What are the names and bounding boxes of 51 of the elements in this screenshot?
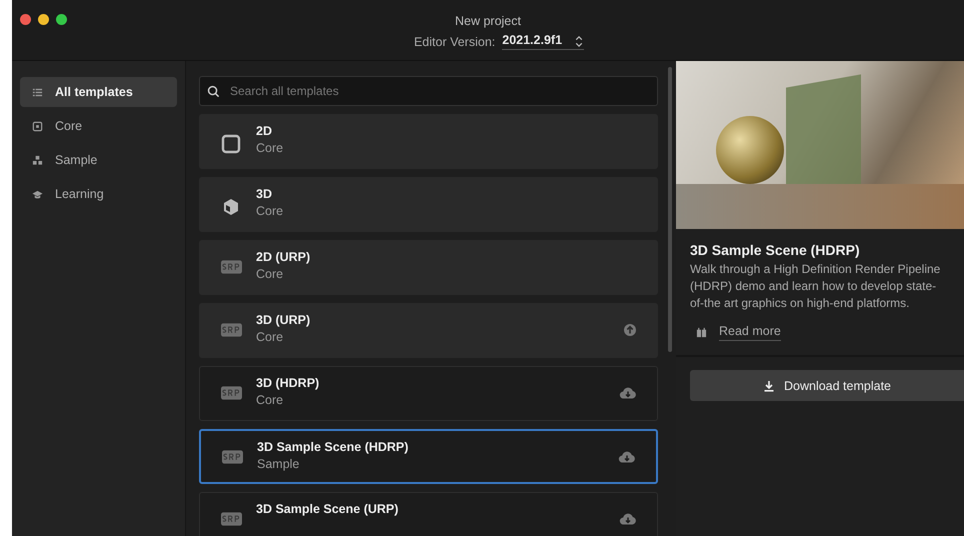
template-category: Core <box>256 330 284 344</box>
template-card[interactable]: 2D (URP) Core <box>199 240 658 295</box>
template-card[interactable]: 3D (HDRP) Core <box>199 366 658 421</box>
list-icon <box>32 86 43 98</box>
editor-version-dropdown[interactable]: 2021.2.9f1 <box>502 33 584 50</box>
cube-icon <box>221 197 241 217</box>
template-card[interactable]: 3D Sample Scene (URP) <box>199 492 658 536</box>
template-card[interactable]: 3D Core <box>199 177 658 232</box>
cloud-download-icon <box>619 386 637 400</box>
srp-badge-icon <box>220 323 242 337</box>
cloud-download-icon <box>619 512 637 526</box>
download-icon <box>762 380 775 392</box>
cloud-download-icon <box>618 450 636 464</box>
srp-badge-icon <box>220 260 242 274</box>
template-name: 3D Sample Scene (HDRP) <box>257 440 410 454</box>
template-name: 2D (URP) <box>256 250 312 264</box>
template-name: 3D (HDRP) <box>256 376 320 390</box>
close-window-button[interactable] <box>20 14 31 25</box>
template-title: 3D Sample Scene (HDRP) <box>690 242 861 258</box>
template-category: Core <box>256 141 284 155</box>
sidebar-item[interactable]: Core <box>20 111 177 141</box>
sidebar-item[interactable]: All templates <box>20 77 177 107</box>
book-icon <box>696 327 707 338</box>
zoom-window-button[interactable] <box>56 14 67 25</box>
template-description: Walk through a High Definition Render Pipeline (HDRP) demo and learn how to develop state-of-the art graphics on high-end platforms. <box>690 261 942 312</box>
graduation-cap-icon <box>32 188 43 200</box>
window-title: New project <box>454 14 521 28</box>
template-card[interactable]: 3D Sample Scene (HDRP) Sample <box>199 429 658 484</box>
srp-badge-icon <box>222 450 242 464</box>
download-template-button[interactable]: Download template <box>690 370 964 401</box>
template-category: Core <box>256 267 284 281</box>
template-category: Core <box>256 393 284 407</box>
square-icon <box>221 134 241 154</box>
sidebar-item[interactable]: Learning <box>20 179 177 209</box>
template-card[interactable]: 3D (URP) Core <box>199 303 658 358</box>
read-more-link[interactable]: Read more <box>719 324 781 341</box>
template-name: 3D (URP) <box>256 313 312 327</box>
template-name: 3D <box>256 187 273 201</box>
editor-version-label: Editor Version: <box>414 34 496 48</box>
minimize-window-button[interactable] <box>38 14 49 25</box>
template-name: 3D Sample Scene (URP) <box>256 502 400 516</box>
search-field[interactable]: Search all templates <box>199 76 658 106</box>
srp-badge-icon <box>220 386 242 400</box>
template-category: Sample <box>257 457 300 471</box>
template-card[interactable]: 2D Core <box>199 114 658 169</box>
template-name: 2D <box>256 124 273 138</box>
srp-badge-icon <box>220 512 242 526</box>
blocks-icon <box>32 154 43 166</box>
template-category: Core <box>256 204 284 218</box>
chevron-updown-icon <box>574 34 584 48</box>
sidebar-item[interactable]: Sample <box>20 145 177 175</box>
